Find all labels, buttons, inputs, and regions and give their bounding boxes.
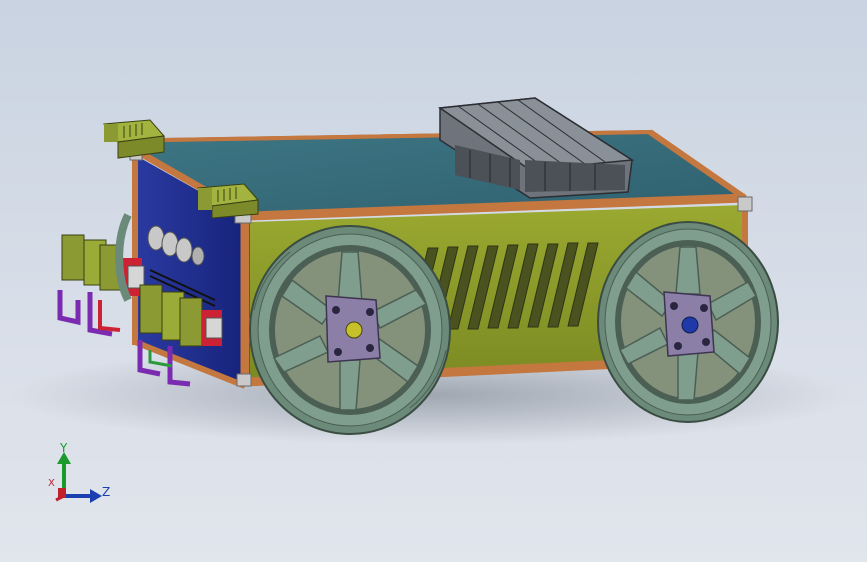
triad-y-label: Y [60, 441, 68, 455]
sensor-module-rear[interactable] [103, 119, 165, 159]
axle-cap-front [345, 321, 363, 339]
triad-axes [55, 452, 102, 503]
graphics-viewport[interactable]: Y Z X [0, 0, 867, 562]
axle-cap-rear [681, 316, 699, 334]
view-orientation-triad[interactable]: Y Z X [40, 440, 120, 510]
wheel-front[interactable] [249, 225, 451, 435]
robot-chassis-model[interactable] [0, 0, 867, 562]
wheel-rear[interactable] [597, 221, 779, 423]
triad-x-label: X [48, 478, 55, 489]
triad-z-label: Z [102, 485, 111, 499]
wheel-hidden-left [115, 213, 132, 302]
front-sensor-cluster-upper[interactable] [57, 234, 145, 337]
